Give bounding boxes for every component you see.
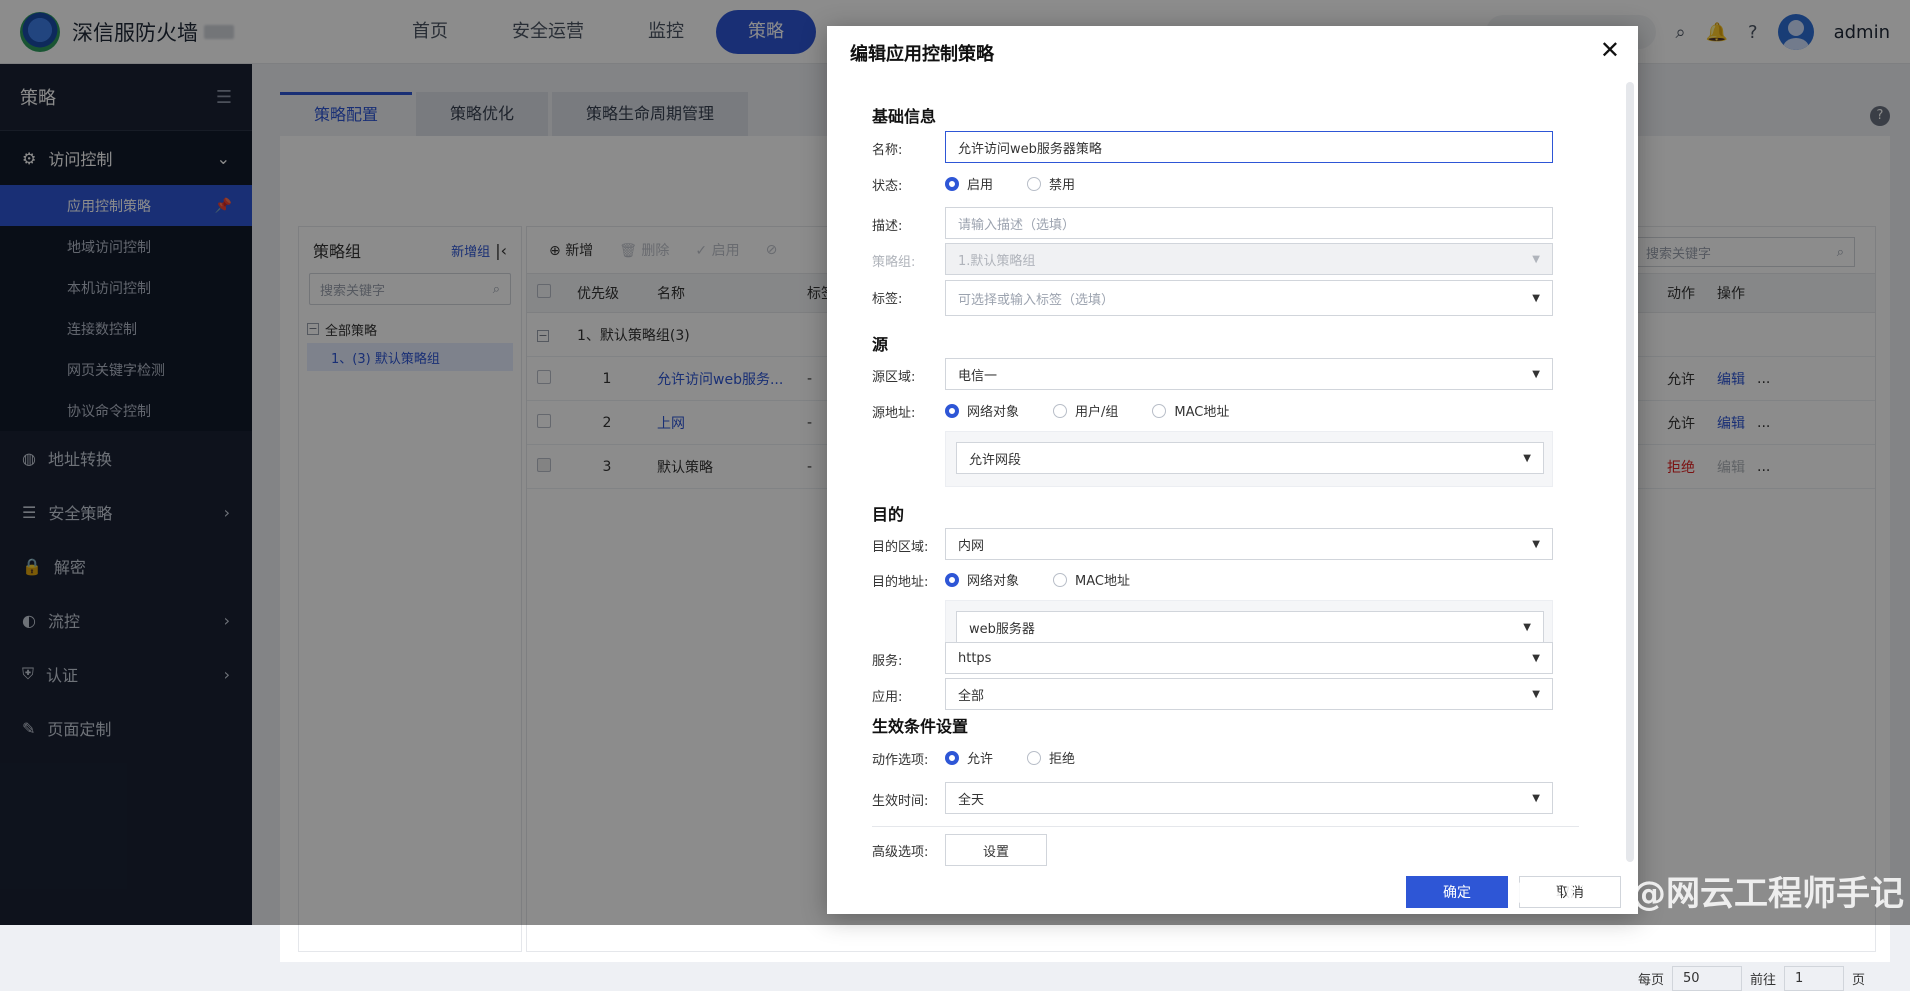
advanced-settings-button[interactable]: 设置 [945, 834, 1047, 866]
src-object-select[interactable]: 允许网段 ▼ [956, 442, 1544, 474]
dst-mac-radio[interactable]: MAC地址 [1053, 570, 1130, 589]
src-zone-select[interactable]: 电信一 ▼ [945, 358, 1553, 390]
caret-down-icon: ▼ [1532, 538, 1540, 550]
src-zone-label: 源区域: [872, 370, 916, 385]
src-addr-label: 源地址: [872, 406, 916, 421]
status-disable-radio[interactable]: 禁用 [1027, 174, 1075, 193]
time-select[interactable]: 全天 ▼ [945, 782, 1553, 814]
section-source: 源 [872, 335, 889, 354]
dst-zone-select[interactable]: 内网 ▼ [945, 528, 1553, 560]
watermark: CSDN @网云工程师手记 [1513, 874, 1904, 914]
caret-down-icon: ▼ [1532, 652, 1540, 664]
desc-label: 描述: [872, 219, 903, 234]
pagination: 每页 50 前往 1 页 [1638, 966, 1865, 991]
status-enable-radio[interactable]: 启用 [945, 174, 993, 193]
app-select[interactable]: 全部 ▼ [945, 678, 1553, 710]
time-label: 生效时间: [872, 794, 929, 809]
page-size-select[interactable]: 50 [1671, 966, 1742, 991]
status-label: 状态: [872, 179, 903, 194]
group-select: 1.默认策略组 ▼ [945, 243, 1553, 275]
group-label: 策略组: [872, 255, 916, 270]
close-icon[interactable]: ✕ [1600, 36, 1620, 64]
goto-page-input[interactable]: 1 [1783, 966, 1844, 991]
dst-netobj-radio[interactable]: 网络对象 [945, 570, 1019, 589]
action-label: 动作选项: [872, 753, 929, 768]
service-label: 服务: [872, 654, 903, 669]
name-input[interactable]: 允许访问web服务器策略 [945, 131, 1553, 163]
service-select[interactable]: https ▼ [945, 642, 1553, 674]
caret-down-icon: ▼ [1523, 452, 1531, 464]
caret-down-icon: ▼ [1532, 792, 1540, 804]
dst-addr-label: 目的地址: [872, 575, 929, 590]
app-label: 应用: [872, 690, 903, 705]
dialog-body: 基础信息 名称: 允许访问web服务器策略 状态: 启用 禁用 描述: 请输入描… [827, 76, 1623, 846]
src-netobj-radio[interactable]: 网络对象 [945, 401, 1019, 420]
dst-zone-label: 目的区域: [872, 540, 929, 555]
action-deny-radio[interactable]: 拒绝 [1027, 748, 1075, 767]
section-conditions: 生效条件设置 [872, 717, 969, 736]
action-allow-radio[interactable]: 允许 [945, 748, 993, 767]
section-destination: 目的 [872, 505, 905, 524]
divider [872, 826, 1579, 827]
caret-down-icon: ▼ [1532, 368, 1540, 380]
tag-label: 标签: [872, 292, 903, 307]
tag-select[interactable]: 可选择或输入标签（选填） ▼ [945, 280, 1553, 316]
src-usergroup-radio[interactable]: 用户/组 [1053, 401, 1118, 420]
dst-object-select[interactable]: web服务器 ▼ [956, 611, 1544, 643]
caret-down-icon: ▼ [1523, 621, 1531, 633]
name-label: 名称: [872, 143, 903, 158]
caret-down-icon: ▼ [1532, 688, 1540, 700]
src-object-box: 允许网段 ▼ [945, 431, 1553, 487]
advanced-label: 高级选项: [872, 845, 929, 860]
dialog-title: 编辑应用控制策略 [850, 44, 994, 65]
section-basic: 基础信息 [872, 107, 937, 126]
dialog-scrollbar[interactable] [1626, 82, 1634, 862]
caret-down-icon: ▼ [1532, 253, 1540, 265]
edit-policy-dialog: 编辑应用控制策略 ✕ 基础信息 名称: 允许访问web服务器策略 状态: 启用 … [827, 26, 1638, 914]
caret-down-icon: ▼ [1532, 292, 1540, 304]
confirm-button[interactable]: 确定 [1406, 876, 1508, 908]
src-mac-radio[interactable]: MAC地址 [1152, 401, 1229, 420]
desc-input[interactable]: 请输入描述（选填） [945, 207, 1553, 239]
